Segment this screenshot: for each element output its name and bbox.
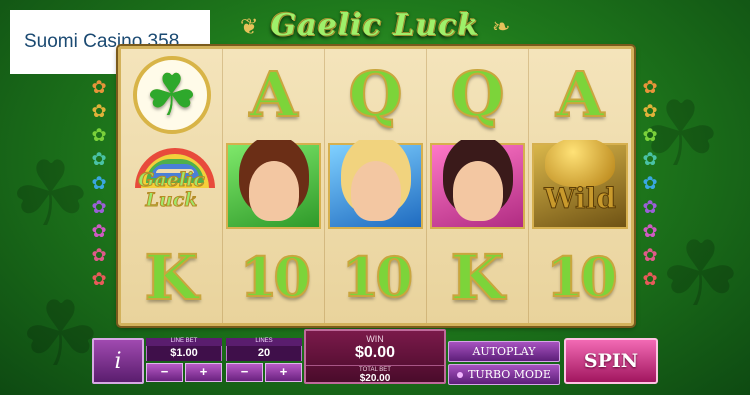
reel-cell: A [529,49,631,140]
payline-marker-icon[interactable]: ✿ [641,126,659,144]
portrait-symbol-green [226,143,321,229]
clover-icon: ☘ [132,55,211,134]
win-label: WIN [366,334,384,344]
reel-cell: K [427,231,529,323]
pot-of-gold-icon [545,140,615,187]
reel-cell: A [223,49,325,141]
reel-cell: 10 [529,232,631,323]
payline-marker-icon[interactable]: ✿ [641,150,659,168]
character-portrait-icon [452,160,503,221]
character-portrait-icon [248,160,299,221]
lines-increase-button[interactable]: + [265,363,302,382]
payline-marker-icon[interactable]: ✿ [90,270,108,288]
reel-cell: 10 [325,231,427,323]
game-title: Gaelic Luck [270,8,480,43]
gaelic-luck-logo-symbol: Gaelic Luck [121,140,222,231]
symbol-10: 10 [239,244,312,310]
symbol-10: 10 [545,244,618,310]
autoplay-label: AUTOPLAY [472,345,536,358]
background-clover-icon: ☘ [20,285,101,385]
symbol-k: K [144,240,200,315]
logo-symbol-text: Gaelic Luck [138,169,206,212]
spin-button[interactable]: SPIN [564,338,658,384]
reel-cell [427,140,529,232]
wild-symbol: Wild [532,140,628,229]
payline-marker-icon[interactable]: ✿ [641,102,659,120]
payline-marker-icon[interactable]: ✿ [90,246,108,264]
payline-marker-icon[interactable]: ✿ [641,246,659,264]
symbol-a: A [555,57,605,132]
symbol-q: Q [449,57,505,132]
background-clover-icon: ☘ [660,225,741,325]
payline-marker-icon[interactable]: ✿ [641,198,659,216]
background-clover-icon: ☘ [10,145,91,245]
control-bar: i LINE BET $1.00 − + LINES 20 − + WIN $0… [90,329,660,386]
payline-markers-left: ✿ ✿ ✿ ✿ ✿ ✿ ✿ ✿ ✿ [90,78,112,294]
payline-marker-icon[interactable]: ✿ [90,174,108,192]
reel-cell: Q [325,49,427,141]
total-bet-label: TOTAL BET [306,365,444,373]
win-value: $0.00 [354,344,396,361]
symbol-q: Q [347,57,403,132]
payline-marker-icon[interactable]: ✿ [90,150,108,168]
portrait-symbol-pink [430,143,525,229]
lines-label: LINES [226,338,302,346]
line-bet-label: LINE BET [146,338,222,346]
payline-marker-icon[interactable]: ✿ [641,174,659,192]
payline-marker-icon[interactable]: ✿ [90,78,108,96]
line-bet-decrease-button[interactable]: − [146,363,183,382]
reel-cell [325,140,427,232]
payline-marker-icon[interactable]: ✿ [90,222,108,240]
payline-marker-icon[interactable]: ✿ [641,78,659,96]
turbo-mode-label: TURBO MODE [468,368,551,381]
line-bet-value: $1.00 [146,346,222,361]
lines-decrease-button[interactable]: − [226,363,263,382]
payline-marker-icon[interactable]: ✿ [90,126,108,144]
reel-cell [223,140,325,232]
payline-markers-right: ✿ ✿ ✿ ✿ ✿ ✿ ✿ ✿ ✿ [641,78,663,294]
character-portrait-icon [350,160,401,221]
lines-stepper: LINES 20 − + [226,338,302,384]
title-ornament-right-icon: ❧ [492,14,511,39]
reel-grid: ☘ A Q Q A Gaelic Luck Wild K 10 10 K 10 [118,46,634,326]
reel-cell: ☘ [121,49,223,141]
win-display: WIN $0.00 TOTAL BET $20.00 [304,329,446,384]
symbol-a: A [248,57,298,132]
wild-label: Wild [544,181,617,215]
payline-marker-icon[interactable]: ✿ [90,198,108,216]
line-bet-increase-button[interactable]: + [185,363,222,382]
payline-marker-icon[interactable]: ✿ [90,102,108,120]
reel-cell: Wild [529,140,631,231]
total-bet-value: $20.00 [359,373,391,384]
payline-marker-icon[interactable]: ✿ [641,222,659,240]
turbo-indicator-icon [457,372,464,378]
symbol-10: 10 [341,244,414,310]
portrait-symbol-blue [328,143,423,229]
reel-cell: K [121,231,223,323]
reel-cell: 10 [223,231,325,323]
reel-cell: Q [427,49,529,141]
turbo-mode-toggle[interactable]: TURBO MODE [448,364,560,385]
line-bet-stepper: LINE BET $1.00 − + [146,338,222,384]
reel-cell: Gaelic Luck [121,140,223,232]
symbol-k: K [450,240,506,315]
autoplay-button[interactable]: AUTOPLAY [448,341,560,362]
lines-value: 20 [226,346,302,361]
info-button[interactable]: i [92,338,144,384]
payline-marker-icon[interactable]: ✿ [641,270,659,288]
